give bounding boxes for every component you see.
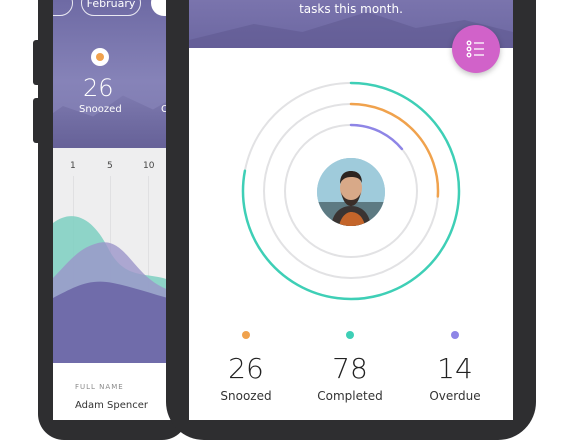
completed-count: 78 (332, 352, 368, 385)
overdue-label: Overdue (429, 389, 481, 403)
month-pill-previous[interactable] (53, 0, 73, 16)
completed-color-dot (346, 331, 354, 339)
snoozed-label: Snoozed (220, 389, 272, 403)
month-pill-february[interactable]: February (81, 0, 141, 16)
snoozed-count: 26 (228, 352, 264, 385)
full-name-label: FULL NAME (75, 383, 124, 391)
overdue-count: 14 (437, 352, 473, 385)
completed-label: Completed (317, 389, 383, 403)
back-stat-label: Snoozed (79, 104, 122, 115)
front-phone-screen: tasks this month. 26 78 14 Snoozed Compl… (189, 0, 513, 420)
snoozed-color-dot (242, 331, 250, 339)
full-name-value: Adam Spencer (75, 400, 149, 411)
overdue-color-dot (451, 331, 459, 339)
snoozed-indicator-icon (91, 48, 109, 66)
user-photo (317, 158, 385, 226)
back-stat-value: 26 (83, 74, 114, 102)
avatar[interactable] (317, 158, 385, 226)
overdue-progress-arc (349, 123, 404, 151)
